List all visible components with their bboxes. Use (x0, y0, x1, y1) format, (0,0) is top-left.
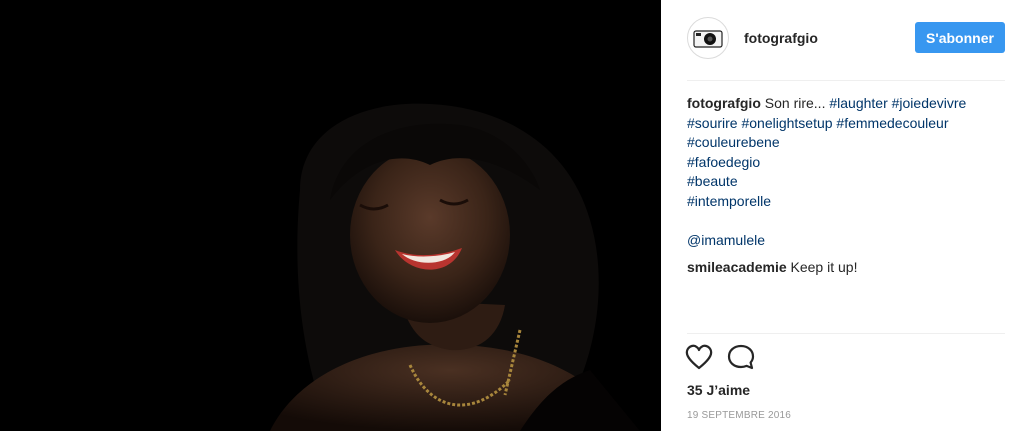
likes-count[interactable]: 35 J’aime (687, 382, 750, 398)
comment: smileacademie Keep it up! (687, 259, 857, 275)
instagram-post: fotografgio S'abonner fotografgio Son ri… (0, 0, 1024, 431)
comment-bubble-icon[interactable] (727, 344, 755, 370)
avatar[interactable] (687, 17, 729, 59)
heart-icon[interactable] (685, 344, 713, 370)
caption-username[interactable]: fotografgio (687, 95, 761, 111)
caption-hashtags[interactable]: #fafoedegio (687, 153, 1005, 173)
caption-hashtags[interactable]: #couleurebene (687, 133, 1005, 153)
caption-hashtags[interactable]: #intemporelle (687, 192, 1005, 212)
post-photo[interactable] (0, 0, 661, 431)
actions-divider (687, 333, 1005, 334)
camera-icon (693, 30, 723, 48)
post-actions (685, 344, 755, 370)
post-sidebar: fotografgio S'abonner fotografgio Son ri… (661, 0, 1024, 431)
follow-button[interactable]: S'abonner (915, 22, 1005, 53)
caption-text: Son rire... (764, 95, 826, 111)
post-date[interactable]: 19 SEPTEMBRE 2016 (687, 410, 791, 421)
header-divider (687, 80, 1005, 81)
post-header: fotografgio S'abonner (687, 16, 1005, 60)
caption-hashtags[interactable]: #sourire #onelightsetup #femmedecouleur (687, 114, 1005, 134)
header-username[interactable]: fotografgio (744, 30, 818, 46)
comment-username[interactable]: smileacademie (687, 259, 787, 275)
portrait-image (0, 0, 661, 431)
caption-hashtags[interactable]: #laughter #joiedevivre (829, 95, 966, 111)
caption: fotografgio Son rire... #laughter #joied… (687, 94, 1005, 211)
mention-link[interactable]: @imamulele (687, 232, 765, 248)
comment-text: Keep it up! (790, 259, 858, 275)
caption-hashtags[interactable]: #beaute (687, 172, 1005, 192)
